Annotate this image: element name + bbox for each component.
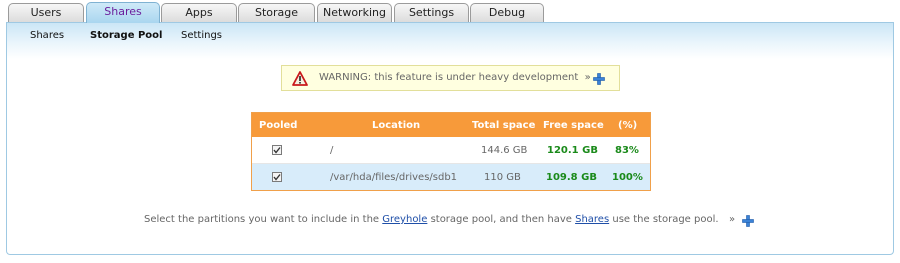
tab-settings[interactable]: Settings (394, 3, 469, 22)
checkmark-icon (273, 174, 281, 181)
subnav-shares[interactable]: Shares (30, 30, 64, 41)
plus-icon[interactable] (742, 215, 754, 227)
warning-more-link[interactable]: » (585, 72, 591, 83)
free-space-cell: 120.1 GB (547, 145, 598, 156)
help-more-link[interactable]: » (729, 214, 735, 225)
total-space-cell: 110 GB (484, 172, 521, 183)
location-cell: /var/hda/files/drives/sdb1 (330, 172, 458, 183)
warning-banner: WARNING: this feature is under heavy dev… (281, 65, 620, 91)
subnav-settings[interactable]: Settings (181, 30, 222, 41)
shares-link[interactable]: Shares (575, 214, 609, 225)
checkmark-icon (273, 147, 281, 154)
main-tab-bar: Users Shares Apps Storage Networking Set… (0, 0, 900, 23)
pooled-checkbox[interactable] (272, 172, 282, 182)
storage-pool-table: Pooled Location Total space Free space (… (251, 112, 651, 191)
tab-networking[interactable]: Networking (317, 3, 392, 22)
column-header-total-space: Total space (472, 120, 536, 131)
percent-cell: 83% (615, 145, 639, 156)
warning-triangle-icon (292, 71, 308, 86)
help-text-part: use the storage pool. (612, 214, 719, 225)
total-space-cell: 144.6 GB (481, 145, 528, 156)
tab-shares[interactable]: Shares (86, 2, 160, 23)
warning-text: WARNING: this feature is under heavy dev… (319, 72, 591, 83)
percent-cell: 100% (612, 172, 643, 183)
free-space-cell: 109.8 GB (546, 172, 597, 183)
greyhole-link[interactable]: Greyhole (382, 214, 427, 225)
location-cell: / (330, 145, 334, 156)
help-text-part: storage pool, and then have (430, 214, 572, 225)
table-row: / 144.6 GB 120.1 GB 83% (252, 137, 650, 164)
help-text-part: Select the partitions you want to includ… (144, 214, 380, 225)
tab-storage[interactable]: Storage (238, 3, 315, 22)
table-header: Pooled Location Total space Free space (… (252, 113, 650, 137)
pooled-checkbox[interactable] (272, 145, 282, 155)
column-header-free-space: Free space (543, 120, 604, 131)
plus-icon[interactable] (593, 73, 605, 85)
column-header-location: Location (372, 120, 421, 131)
table-row: /var/hda/files/drives/sdb1 110 GB 109.8 … (252, 164, 650, 190)
column-header-pooled: Pooled (259, 120, 298, 131)
help-text: Select the partitions you want to includ… (144, 214, 719, 225)
tab-debug[interactable]: Debug (470, 3, 544, 22)
tab-users[interactable]: Users (8, 3, 84, 22)
tab-apps[interactable]: Apps (161, 3, 237, 22)
column-header-percent: (%) (618, 120, 638, 131)
subnav-storage-pool[interactable]: Storage Pool (90, 30, 162, 41)
warning-message: WARNING: this feature is under heavy dev… (319, 72, 579, 83)
